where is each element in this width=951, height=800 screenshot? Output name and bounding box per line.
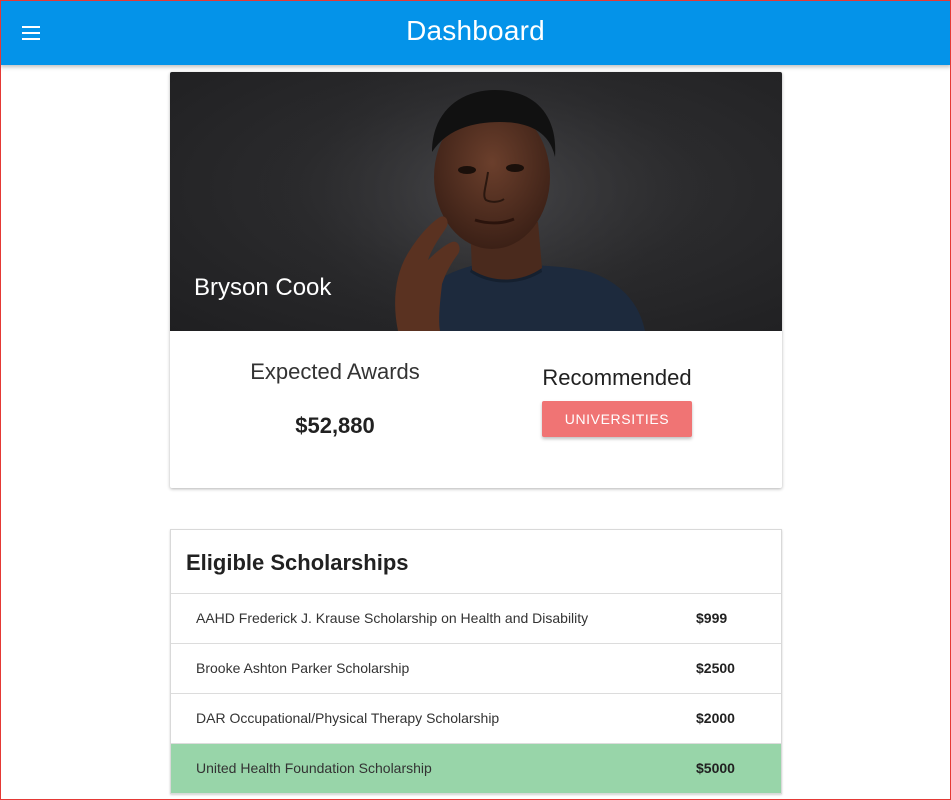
scholarship-name: AAHD Frederick J. Krause Scholarship on … [196, 610, 589, 626]
scholarships-title: Eligible Scholarships [186, 550, 409, 575]
scholarship-list: AAHD Frederick J. Krause Scholarship on … [171, 593, 781, 793]
student-name: Bryson Cook [194, 274, 332, 301]
profile-photo: Bryson Cook [170, 72, 782, 331]
scholarship-name: DAR Occupational/Physical Therapy Schola… [196, 710, 500, 726]
scholarship-row[interactable]: DAR Occupational/Physical Therapy Schola… [171, 693, 781, 743]
scholarship-amount: $2000 [696, 710, 735, 726]
scholarship-row-highlighted[interactable]: United Health Foundation Scholarship $50… [171, 743, 781, 793]
scholarship-name: United Health Foundation Scholarship [196, 760, 432, 776]
scholarship-amount: $5000 [696, 760, 735, 776]
scholarship-amount: $2500 [696, 660, 735, 676]
scholarship-name: Brooke Ashton Parker Scholarship [196, 660, 410, 676]
app-bar: Dashboard [0, 0, 951, 65]
scholarship-amount: $999 [696, 610, 728, 626]
expected-awards-label: Expected Awards [250, 359, 420, 384]
profile-card: Bryson Cook Expected Awards $52,880 Reco… [170, 72, 782, 488]
recommended-label: Recommended [542, 365, 692, 390]
universities-button[interactable]: UNIVERSITIES [542, 401, 692, 437]
scholarships-card: Eligible Scholarships AAHD Frederick J. … [170, 529, 782, 794]
scholarship-row[interactable]: Brooke Ashton Parker Scholarship $2500 [171, 643, 781, 693]
page-title: Dashboard [406, 15, 545, 46]
scholarship-row[interactable]: AAHD Frederick J. Krause Scholarship on … [171, 593, 781, 643]
stats-section: Expected Awards $52,880 Recommended UNIV… [170, 331, 782, 488]
expected-awards-value: $52,880 [295, 413, 375, 438]
